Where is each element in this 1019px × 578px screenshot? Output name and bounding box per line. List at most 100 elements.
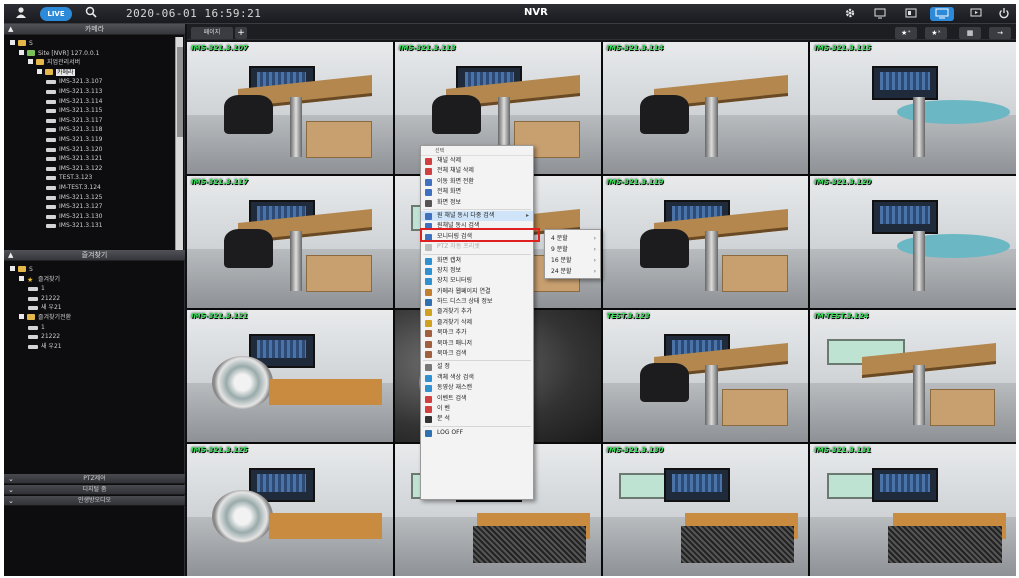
user-icon[interactable]	[14, 6, 28, 22]
expand-box-icon[interactable]	[37, 68, 42, 74]
submenu-item-9[interactable]: 9 분할 ›	[545, 244, 600, 255]
tree-item[interactable]: S	[10, 265, 33, 274]
tree-item[interactable]: 1	[28, 323, 45, 332]
playback-icon[interactable]	[966, 7, 986, 21]
tree-item[interactable]: S	[10, 39, 33, 48]
menu-item-icon	[425, 158, 432, 165]
expand-box-icon[interactable]	[19, 314, 24, 319]
tree-item[interactable]: IMS-321.3.114	[46, 97, 102, 106]
expand-box-icon[interactable]	[28, 59, 33, 65]
context-menu-item[interactable]: 카메라 웹페이지 연결	[421, 287, 533, 297]
camera-tile[interactable]: IMS-321.3.120	[810, 176, 1016, 308]
favorites-panel-header[interactable]: ▲ 즐겨찾기	[4, 250, 185, 261]
expand-box-icon[interactable]	[19, 49, 24, 55]
tree-item[interactable]: IMS-321.3.115	[46, 106, 102, 115]
tree-item[interactable]: IMS-321.3.125	[46, 193, 102, 202]
camera-tile[interactable]: IMS-321.3.130	[602, 444, 809, 576]
tree-item[interactable]: IMS-321.3.121	[46, 154, 102, 163]
tree-item[interactable]: 지업관리서버	[28, 58, 80, 67]
camera-tile[interactable]: TEST.3.123	[602, 310, 809, 442]
layout-icon[interactable]	[901, 7, 921, 21]
live-button[interactable]: LIVE	[40, 7, 72, 21]
expand-box-icon[interactable]	[10, 40, 15, 45]
tree-item[interactable]: 카메라	[37, 68, 75, 77]
tree-item[interactable]: 1	[28, 284, 45, 293]
context-menu-item[interactable]: 장치 정보	[421, 266, 533, 276]
context-menu-item[interactable]: 이벤트 검색	[421, 394, 533, 404]
camera-tile[interactable]: IMS-321.3.107	[187, 42, 393, 174]
camera-tile[interactable]: IMS-321.3.119	[602, 176, 809, 308]
context-menu-item[interactable]: 전체 채널 삭제	[421, 166, 533, 176]
device-tree-scrollbar[interactable]	[175, 37, 183, 250]
context-menu-item[interactable]: 즐겨찾기 삭제	[421, 318, 533, 328]
favorite-remove-button[interactable]: ★ˣ	[925, 27, 947, 39]
accordion-ptz[interactable]: ⌄ PTZ제어	[4, 474, 185, 484]
camera-tile[interactable]: IMS-321.3.117	[187, 176, 393, 308]
tree-item[interactable]: 새 우21	[28, 342, 62, 351]
context-menu-item[interactable]: 화면 캡쳐	[421, 256, 533, 266]
tree-item[interactable]: IMS-321.3.119	[46, 135, 102, 144]
context-menu-item[interactable]: 채널 삭제	[421, 156, 533, 166]
power-icon[interactable]	[994, 7, 1014, 21]
favorite-add-button[interactable]: ★⁺	[895, 27, 917, 39]
context-menu-item[interactable]: 분 석	[421, 414, 533, 424]
tree-item[interactable]: IMS-321.3.120	[46, 145, 102, 154]
tree-item[interactable]: 새 우21	[28, 303, 62, 312]
tree-item[interactable]: TEST.3.123	[46, 173, 92, 182]
context-menu-item[interactable]: 북마크 검색	[421, 349, 533, 359]
context-menu-item[interactable]: 북마크 추가	[421, 328, 533, 338]
camera-tile[interactable]: IMS-321.3.131	[810, 444, 1016, 576]
add-tab-button[interactable]: +	[235, 27, 247, 39]
tree-item[interactable]: Site [NVR] 127.0.0.1	[19, 49, 99, 58]
submenu-item-24[interactable]: 24 분할 ›	[545, 266, 600, 277]
tree-item[interactable]: IMS-321.3.127	[46, 202, 102, 211]
context-menu-item[interactable]: 하드 디스크 상태 정보	[421, 297, 533, 307]
tree-item[interactable]: ★ 즐겨찾기	[19, 275, 60, 284]
context-menu-item[interactable]: 객체 색상 검색	[421, 373, 533, 383]
context-menu-item[interactable]: 이동 화면 전환	[421, 177, 533, 187]
context-menu-item[interactable]: 북마크 매니저	[421, 339, 533, 349]
tree-item[interactable]: 21222	[28, 332, 60, 341]
context-menu-item[interactable]: 전체 화면	[421, 187, 533, 197]
accordion-audio[interactable]: ⌄ 인생방오디오	[4, 496, 185, 506]
context-menu-item[interactable]: 동영상 재스캔	[421, 383, 533, 393]
tree-item[interactable]: IM-TEST.3.124	[46, 183, 101, 192]
grid-layout-button[interactable]: ▦	[959, 27, 981, 39]
submenu-item-16[interactable]: 16 분할 ›	[545, 255, 600, 266]
gear-icon[interactable]	[840, 7, 860, 21]
camera-tile[interactable]: IMS-321.3.125	[187, 444, 393, 576]
search-icon[interactable]	[84, 6, 98, 22]
tree-item[interactable]: IMS-321.3.131	[46, 221, 102, 230]
context-menu-item[interactable]: LOG OFF	[421, 428, 533, 438]
device-panel-header[interactable]: ▲ 카메라	[4, 24, 185, 35]
context-menu-item[interactable]: 설 정	[421, 362, 533, 372]
tree-item[interactable]: IMS-321.3.118	[46, 125, 102, 134]
monitor-split-icon[interactable]	[870, 7, 890, 21]
tree-item[interactable]: 즐겨찾기전환	[19, 313, 71, 322]
context-menu-item[interactable]: 즐겨찾기 추가	[421, 307, 533, 317]
tree-item[interactable]: IMS-321.3.122	[46, 164, 102, 173]
submenu-item-4[interactable]: 4 분할 ›	[545, 233, 600, 244]
next-page-button[interactable]: →	[989, 27, 1011, 39]
camera-tile[interactable]: IM-TEST.3.124	[810, 310, 1016, 442]
context-menu-item[interactable]: 이 벤	[421, 404, 533, 414]
accordion-digital-zoom[interactable]: ⌄ 디지털 줌	[4, 485, 185, 495]
camera-tile[interactable]: IMS-321.3.115	[810, 42, 1016, 174]
menu-item-label: 이 벤	[437, 404, 450, 412]
camera-tile[interactable]: IMS-321.3.114	[602, 42, 809, 174]
tree-item[interactable]: IMS-321.3.107	[46, 77, 102, 86]
tab-page[interactable]: 페이지	[191, 27, 233, 39]
context-menu-item[interactable]: 원 채널 동시 다중 검색 ▸	[421, 210, 533, 222]
camera-feed	[187, 444, 393, 576]
tree-item[interactable]: IMS-321.3.113	[46, 87, 102, 96]
tree-item[interactable]: 21222	[28, 294, 60, 303]
context-menu-item[interactable]: 장치 모니터링	[421, 276, 533, 286]
expand-box-icon[interactable]	[10, 266, 15, 271]
tree-item[interactable]: IMS-321.3.117	[46, 116, 102, 125]
live-view-icon[interactable]	[930, 7, 954, 21]
tree-item[interactable]: IMS-321.3.130	[46, 212, 102, 221]
camera-tile[interactable]: IMS-321.3.121	[187, 310, 393, 442]
expand-box-icon[interactable]	[19, 275, 24, 281]
context-menu-item[interactable]: 화면 정보	[421, 198, 533, 208]
scrollbar-thumb[interactable]	[177, 47, 183, 137]
